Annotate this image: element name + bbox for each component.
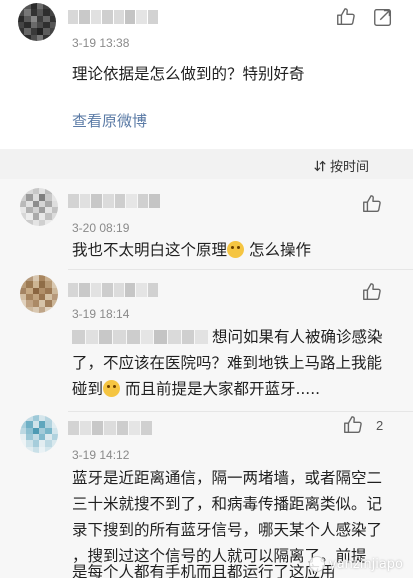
avatar[interactable] <box>20 188 58 226</box>
comment-text: 了，不应该在医院吗？难到地铁上马路上我能 <box>72 354 383 372</box>
sort-label: 按时间 <box>329 160 369 175</box>
comment-text: 我也不太明白这个原理 怎么操作 <box>72 237 311 263</box>
share-icon[interactable] <box>372 6 394 28</box>
comment-text: 蓝牙是近距离通信，隔一两堵墙，或者隔空二 <box>72 469 383 487</box>
laughing-emoji-icon <box>227 241 245 258</box>
like-count: 2 <box>376 418 384 433</box>
comment-time: 3-19 14:12 <box>72 448 130 462</box>
comment-text: 录下搜到的所有蓝牙信号，哪天某个人感染了 <box>72 521 383 539</box>
avatar[interactable] <box>20 275 58 313</box>
divider <box>68 411 413 412</box>
username-blurred[interactable] <box>68 283 158 297</box>
comment-text-part: 而且前提是大家都开蓝牙..... <box>120 380 321 398</box>
comment-time: 3-20 08:19 <box>72 221 130 235</box>
avatar[interactable] <box>20 415 58 453</box>
watermark: yanzinjiapo <box>309 556 403 572</box>
sort-by-time-toggle[interactable]: 按时间 <box>313 156 369 175</box>
comment-time: 3-19 18:14 <box>72 307 130 321</box>
comment-text: 想问如果有人被确诊感染 <box>212 328 383 346</box>
comment-text: 三十米就搜不到了，和病毒传播距离类似。记 <box>72 495 383 513</box>
avatar[interactable] <box>18 3 56 41</box>
comment-text: 理论依据是怎么做到的？特别好奇 <box>72 65 305 83</box>
username-blurred[interactable] <box>68 10 158 24</box>
comment-text-part: 碰到 <box>72 380 104 398</box>
divider <box>68 269 413 270</box>
comment-list: 3-20 08:19 我也不太明白这个原理 怎么操作 3-19 18:14 想问… <box>0 179 413 578</box>
watermark-text: yanzinjiapo <box>329 556 403 572</box>
comment-text-part: 我也不太明白这个原理 <box>72 241 228 259</box>
comment-text: 是每个人都有手机而且都运行了这应用 <box>72 563 336 578</box>
thumbs-up-icon[interactable] <box>335 6 357 28</box>
thumbs-up-icon[interactable] <box>361 193 383 215</box>
username-blurred[interactable] <box>68 194 160 208</box>
comment-time: 3-19 13:38 <box>72 36 130 50</box>
sweat-smile-emoji-icon <box>103 380 121 397</box>
view-original-weibo-link[interactable]: 查看原微博 <box>72 110 147 131</box>
username-blurred[interactable] <box>68 421 152 435</box>
comment-text: 碰到 而且前提是大家都开蓝牙..... <box>72 376 320 402</box>
thumbs-up-icon[interactable] <box>342 414 364 436</box>
watermark-logo-icon <box>309 556 326 572</box>
comment-text-part: 怎么操作 <box>244 241 311 259</box>
thumbs-up-icon[interactable] <box>361 281 383 303</box>
top-comment: 3-19 13:38 理论依据是怎么做到的？特别好奇 查看原微博 <box>0 0 413 149</box>
sort-icon <box>314 160 326 171</box>
reply-mention-blurred[interactable] <box>72 330 209 344</box>
